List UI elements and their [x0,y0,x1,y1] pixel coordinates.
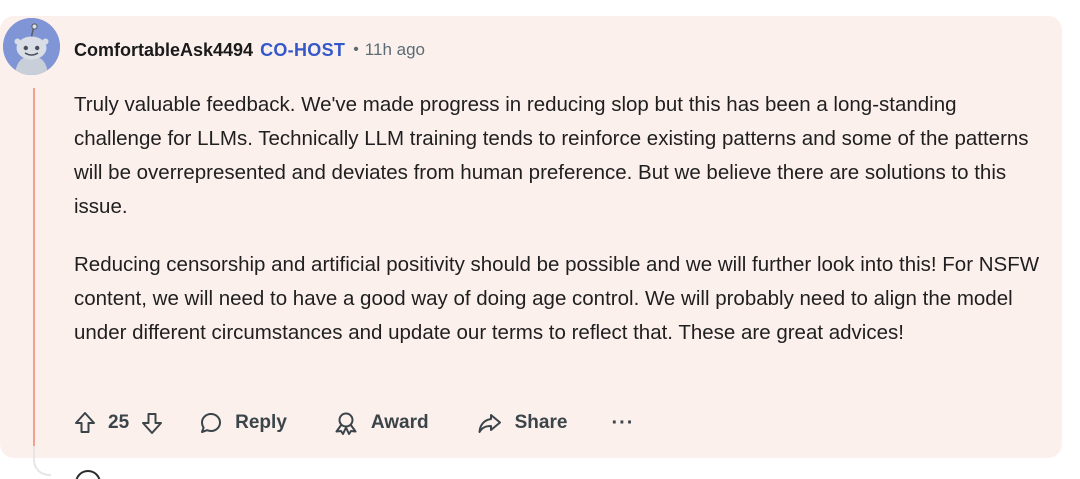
reddit-comment-screen: ComfortableAsk4494 CO-HOST • 11h ago Tru… [0,0,1080,479]
award-ribbon-icon [335,412,357,435]
comment-timestamp[interactable]: 11h ago [365,40,425,60]
upvote-arrow-icon [75,412,95,433]
award-label: Award [370,412,429,433]
avatar[interactable] [3,18,60,75]
comment-header: ComfortableAsk4494 CO-HOST • 11h ago [74,38,425,62]
role-badge: CO-HOST [260,39,346,60]
vote-count: 25 [108,412,130,433]
add-comment-icon[interactable] [75,470,101,479]
share-label: Share [514,412,568,433]
reply-button[interactable]: Reply [199,411,287,435]
snoo-avatar-icon [3,18,60,75]
thread-line[interactable] [33,88,35,452]
thread-connector [33,446,51,476]
share-button[interactable]: Share [477,411,568,435]
upvote-button[interactable] [74,411,96,435]
share-arrow-icon [478,414,501,433]
author-name[interactable]: ComfortableAsk4494 [74,40,253,61]
comment-paragraph-2: Reducing censorship and artificial posit… [74,253,1040,344]
comment-action-bar: 25 Reply Award Share ··· [74,403,634,443]
comment-paragraph-1: Truly valuable feedback. We've made prog… [74,93,1029,218]
downvote-arrow-icon [142,413,163,434]
reply-label: Reply [235,412,287,433]
award-button[interactable]: Award [333,411,429,435]
speech-bubble-icon [201,413,222,433]
comment-body: Truly valuable feedback. We've made prog… [74,88,1046,350]
more-options-button[interactable]: ··· [611,412,634,435]
separator-dot: • [353,41,359,58]
downvote-button[interactable] [141,411,163,435]
